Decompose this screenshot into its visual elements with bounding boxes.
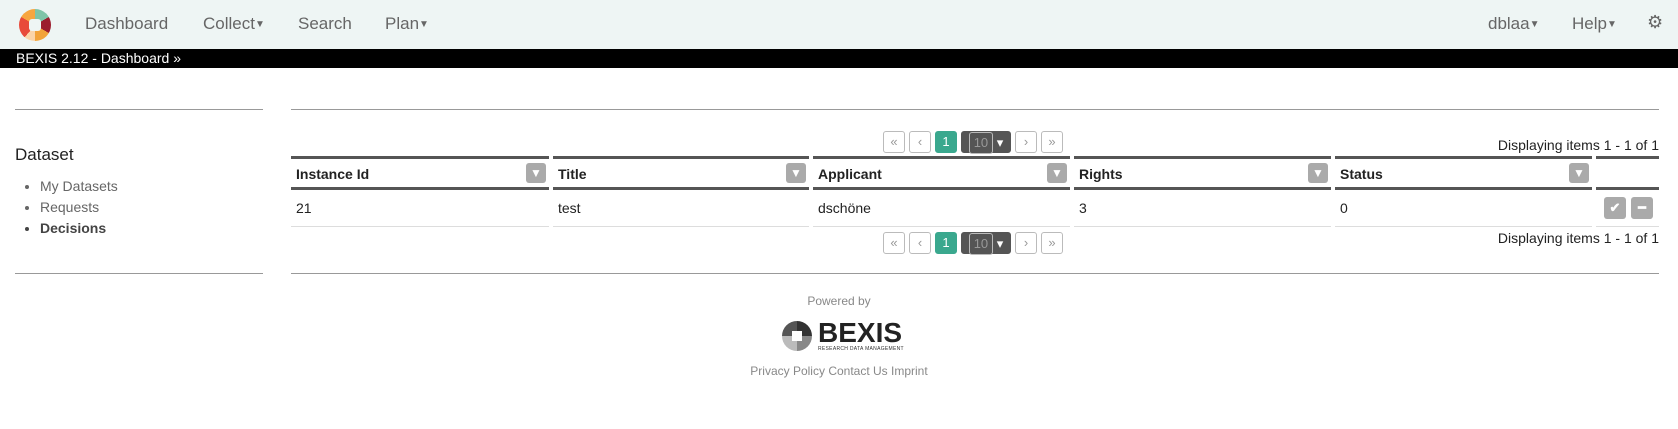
page-size-value: 10	[968, 132, 994, 154]
column-header[interactable]: Applicant ▼	[813, 159, 1070, 190]
sidebar-title: Dataset	[15, 145, 74, 164]
divider	[15, 273, 263, 274]
page-1-button[interactable]: 1	[935, 232, 957, 254]
bexis-logo-icon	[782, 321, 812, 351]
imprint-link[interactable]: Imprint	[891, 364, 928, 378]
header-label: Applicant	[818, 166, 882, 182]
table-cell: 0	[1335, 190, 1592, 227]
nav-search[interactable]: Search	[298, 14, 352, 34]
sidebar-item-decisions[interactable]: Decisions	[40, 220, 118, 236]
breadcrumb: BEXIS 2.12 - Dashboard	[16, 50, 170, 66]
caret-down-icon: ▼	[254, 19, 265, 31]
column-header[interactable]: Status ▼	[1335, 159, 1592, 190]
last-page-button[interactable]: »	[1041, 232, 1063, 254]
table-cell: 3	[1074, 190, 1331, 227]
contact-us-link[interactable]: Contact Us	[828, 364, 887, 378]
table-cell: 21	[291, 190, 549, 227]
header-label: Rights	[1079, 166, 1123, 182]
first-page-button[interactable]: «	[883, 131, 905, 153]
nav-help[interactable]: Help▼	[1572, 14, 1617, 34]
first-page-button[interactable]: «	[883, 232, 905, 254]
table-cell: ✔ ━	[1596, 190, 1659, 227]
footer-links: Privacy Policy Contact Us Imprint	[0, 364, 1678, 378]
nav-user[interactable]: dblaa▼	[1488, 14, 1540, 34]
bexis-footer-logo[interactable]: BEXIS RESEARCH DATA MANAGEMENT	[782, 317, 904, 352]
table-cell: test	[553, 190, 809, 227]
caret-down-icon: ▼	[1606, 19, 1617, 31]
top-navbar: Dashboard Collect▼ Search Plan▼ dblaa▼ H…	[0, 0, 1678, 49]
divider	[291, 273, 1659, 274]
privacy-policy-link[interactable]: Privacy Policy	[750, 364, 825, 378]
header-label: Title	[558, 166, 587, 182]
sidebar-item-requests[interactable]: Requests	[40, 199, 118, 215]
next-page-button[interactable]: ›	[1015, 232, 1037, 254]
column-status: Status ▼ 0	[1335, 156, 1592, 227]
settings-gear-icon[interactable]: ⚙	[1647, 12, 1663, 33]
nav-collect-label: Collect	[203, 14, 255, 33]
column-instance-id: Instance Id ▼ 21	[291, 156, 549, 227]
bexis-logo-icon[interactable]	[19, 9, 51, 41]
reject-minus-icon[interactable]: ━	[1631, 197, 1653, 219]
column-title: Title ▼ test	[553, 156, 809, 227]
logo-subtitle: RESEARCH DATA MANAGEMENT	[818, 346, 904, 352]
nav-dashboard[interactable]: Dashboard	[85, 14, 168, 34]
caret-down-icon: ▼	[419, 19, 429, 31]
page-size-value: 10	[968, 233, 994, 255]
powered-by: Powered by	[807, 294, 871, 308]
prev-page-button[interactable]: ‹	[909, 131, 931, 153]
header-label: Instance Id	[296, 166, 370, 182]
column-header[interactable]: Rights ▼	[1074, 159, 1331, 190]
nav-help-label: Help	[1572, 14, 1607, 33]
filter-icon[interactable]: ▼	[1047, 163, 1067, 183]
filter-icon[interactable]: ▼	[786, 163, 806, 183]
page-size-select[interactable]: 10 ▾	[961, 131, 1011, 154]
breadcrumb-bar: BEXIS 2.12 - Dashboard »	[0, 49, 1678, 68]
last-page-button[interactable]: »	[1041, 131, 1063, 153]
column-header[interactable]: Instance Id ▼	[291, 159, 549, 190]
page-size-select[interactable]: 10 ▾	[961, 232, 1011, 255]
header-label: Status	[1340, 166, 1383, 182]
caret-down-icon: ▼	[1529, 19, 1540, 31]
prev-page-button[interactable]: ‹	[909, 232, 931, 254]
nav-plan-label: Plan	[385, 14, 420, 33]
filter-icon[interactable]: ▼	[1308, 163, 1328, 183]
column-rights: Rights ▼ 3	[1074, 156, 1331, 227]
nav-user-label: dblaa	[1488, 14, 1530, 33]
next-page-button[interactable]: ›	[1015, 131, 1037, 153]
filter-icon[interactable]: ▼	[526, 163, 546, 183]
divider	[291, 109, 1659, 110]
column-header[interactable]: Title ▼	[553, 159, 809, 190]
logo-word: BEXIS	[818, 317, 903, 348]
nav-plan[interactable]: Plan▼	[385, 14, 429, 34]
pager-bottom: « ‹ 1 10 ▾ › »	[883, 232, 1063, 255]
table-cell: dschöne	[813, 190, 1070, 227]
column-actions: ✔ ━	[1596, 156, 1659, 227]
accept-check-icon[interactable]: ✔	[1604, 197, 1626, 219]
double-chevron-down-icon[interactable]: »	[173, 50, 181, 66]
filter-icon[interactable]: ▼	[1569, 163, 1589, 183]
page-1-button[interactable]: 1	[935, 131, 957, 153]
nav-collect[interactable]: Collect▼	[203, 14, 265, 34]
pager-top: « ‹ 1 10 ▾ › »	[883, 131, 1063, 154]
display-count: Displaying items 1 - 1 of 1	[1497, 230, 1659, 246]
sidebar-item-my-datasets[interactable]: My Datasets	[40, 178, 118, 194]
column-header	[1596, 159, 1659, 190]
divider	[15, 109, 263, 110]
column-applicant: Applicant ▼ dschöne	[813, 156, 1070, 227]
display-count: Displaying items 1 - 1 of 1	[1497, 137, 1659, 153]
